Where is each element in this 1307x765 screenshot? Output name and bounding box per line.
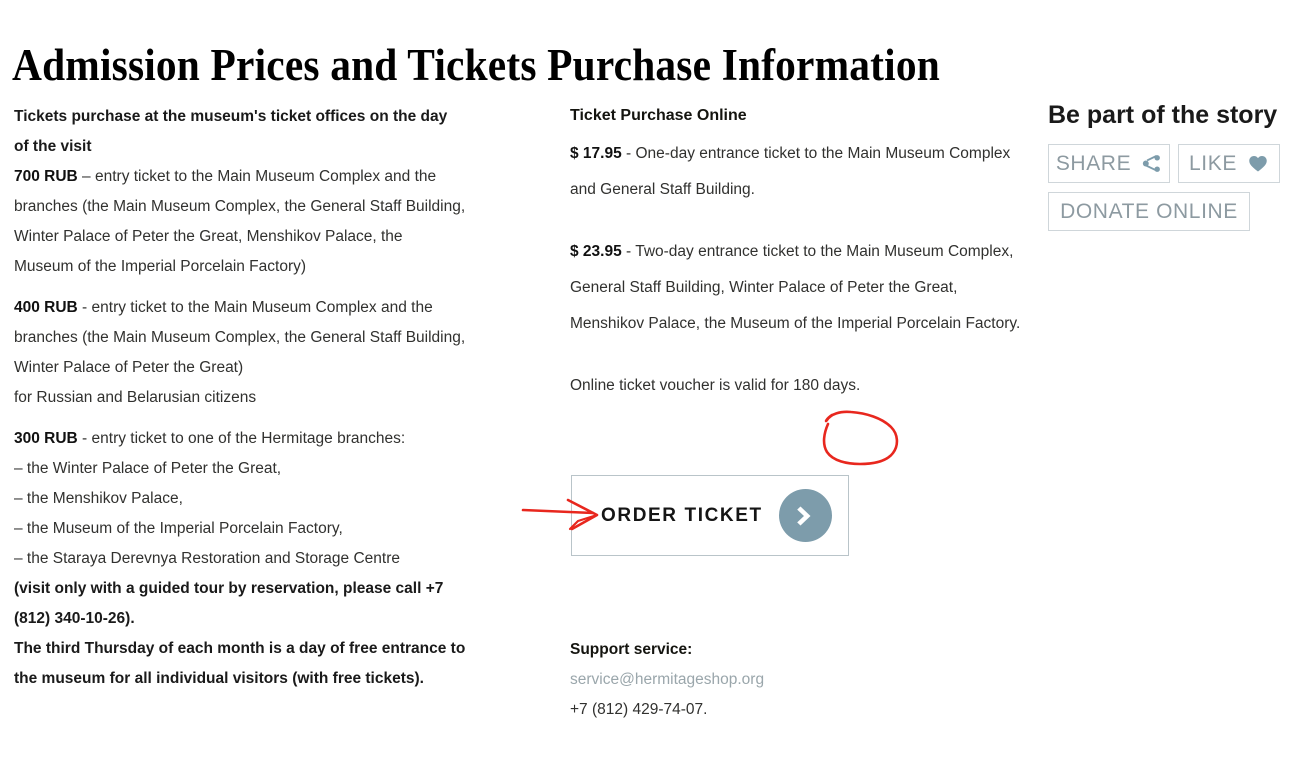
page-title: Admission Prices and Tickets Purchase In… bbox=[12, 40, 940, 91]
online-purchase-heading: Ticket Purchase Online bbox=[570, 107, 747, 124]
right-sidebar: Be part of the story SHARE LIKE DONATE O… bbox=[1048, 100, 1298, 231]
offer-0-separator: - bbox=[621, 145, 636, 162]
chevron-right-icon bbox=[778, 489, 832, 542]
price-block-300: 300 RUB - entry ticket to one of the Her… bbox=[14, 424, 466, 454]
price-700: 700 RUB bbox=[14, 168, 78, 185]
branch-item: – the Staraya Derevnya Restoration and S… bbox=[14, 550, 401, 567]
like-button[interactable]: LIKE bbox=[1178, 144, 1280, 183]
like-button-label: LIKE bbox=[1189, 151, 1237, 175]
online-offer-two-day: $ 23.95 - Two-day entrance ticket to the… bbox=[570, 234, 1025, 342]
order-ticket-button[interactable]: ORDER TICKET bbox=[571, 475, 849, 556]
price-400: 400 RUB bbox=[14, 299, 78, 316]
share-icon bbox=[1141, 153, 1162, 174]
branch-item: – the Menshikov Palace, bbox=[14, 490, 183, 507]
support-email-link[interactable]: service@hermitageshop.org bbox=[570, 665, 990, 695]
price-700-separator: – bbox=[77, 168, 95, 185]
heart-icon bbox=[1247, 153, 1269, 174]
price-400-extra: for Russian and Belarusian citizens bbox=[14, 389, 257, 406]
donate-online-button-label: DONATE ONLINE bbox=[1060, 199, 1238, 223]
voucher-validity-note: Online ticket voucher is valid for 180 d… bbox=[570, 377, 861, 394]
donate-online-button[interactable]: DONATE ONLINE bbox=[1048, 192, 1250, 231]
support-phone: +7 (812) 429-74-07. bbox=[570, 701, 708, 718]
price-23-95: $ 23.95 bbox=[570, 243, 622, 260]
price-400-separator: - bbox=[77, 299, 92, 316]
guided-tour-note: (visit only with a guided tour by reserv… bbox=[14, 580, 444, 627]
be-part-of-the-story-title: Be part of the story bbox=[1048, 101, 1278, 129]
price-block-700: 700 RUB – entry ticket to the Main Museu… bbox=[14, 162, 466, 282]
branch-item: – the Winter Palace of Peter the Great, bbox=[14, 460, 282, 477]
order-ticket-label: ORDER TICKET bbox=[601, 504, 763, 526]
social-button-row: SHARE LIKE bbox=[1048, 144, 1298, 183]
free-entrance-note: The third Thursday of each month is a da… bbox=[14, 640, 466, 687]
offices-heading: Tickets purchase at the museum's ticket … bbox=[14, 108, 448, 155]
price-300: 300 RUB bbox=[14, 430, 78, 447]
left-column: Tickets purchase at the museum's ticket … bbox=[14, 102, 466, 694]
price-300-separator: - bbox=[77, 430, 92, 447]
share-button-label: SHARE bbox=[1055, 151, 1132, 175]
offer-1-text: Two-day entrance ticket to the Main Muse… bbox=[570, 243, 1021, 332]
annotation-circle-180-days bbox=[822, 410, 899, 466]
offer-1-separator: - bbox=[621, 243, 636, 260]
mid-column: Ticket Purchase Online $ 17.95 - One-day… bbox=[570, 102, 1025, 404]
price-block-400: 400 RUB - entry ticket to the Main Museu… bbox=[14, 293, 466, 383]
offer-0-text: One-day entrance ticket to the Main Muse… bbox=[570, 145, 1011, 198]
share-button[interactable]: SHARE bbox=[1048, 144, 1170, 183]
branch-item: – the Museum of the Imperial Porcelain F… bbox=[14, 520, 343, 537]
price-17-95: $ 17.95 bbox=[570, 145, 622, 162]
price-300-text: entry ticket to one of the Hermitage bra… bbox=[91, 430, 406, 447]
online-offer-one-day: $ 17.95 - One-day entrance ticket to the… bbox=[570, 136, 1025, 208]
support-service-block: Support service: service@hermitageshop.o… bbox=[570, 635, 990, 725]
support-service-title: Support service: bbox=[570, 641, 693, 658]
